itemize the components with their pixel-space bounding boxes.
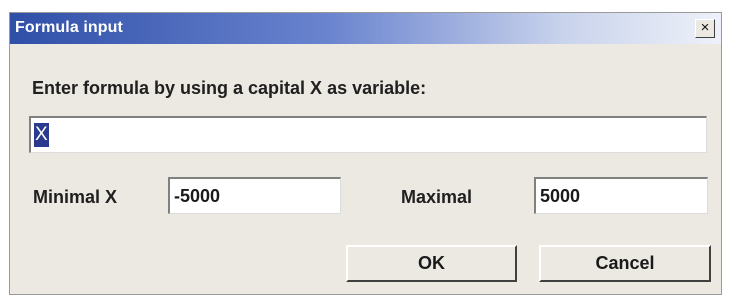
formula-input-dialog: Formula input × Enter formula by using a… [9,12,722,295]
maximal-x-value: 5000 [540,186,581,206]
formula-input[interactable]: X [29,116,707,153]
formula-value-selected: X [34,123,49,147]
maximal-x-input[interactable]: 5000 [534,177,708,214]
ok-button[interactable]: OK [346,245,517,282]
title-bar[interactable]: Formula input × [10,13,721,44]
close-icon: × [700,19,710,36]
maximal-label: Maximal [401,187,473,207]
minimal-x-label: Minimal X [33,187,118,207]
minimal-x-input[interactable]: -5000 [168,177,341,214]
cancel-button[interactable]: Cancel [539,245,711,282]
dialog-title: Formula input [15,19,123,36]
formula-prompt-label: Enter formula by using a capital X as va… [32,78,427,98]
minimal-x-value: -5000 [174,186,221,206]
close-button[interactable]: × [695,19,715,38]
